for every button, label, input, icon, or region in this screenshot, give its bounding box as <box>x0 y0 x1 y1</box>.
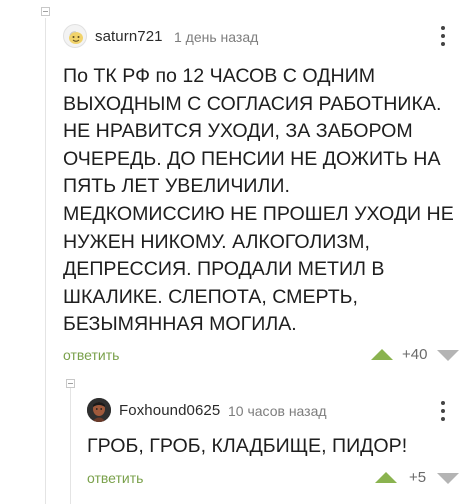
smiley-avatar-icon[interactable] <box>63 24 87 48</box>
comment-rating: +40 <box>402 346 428 363</box>
collapse-toggle[interactable] <box>41 7 50 16</box>
reply-button[interactable]: ответить <box>87 470 143 486</box>
downvote-icon[interactable] <box>437 350 459 361</box>
comment-text-line: ВЫХОДНЫМ С СОГЛАСИЯ РАБОТНИКА. <box>63 92 442 115</box>
upvote-icon[interactable] <box>375 472 397 483</box>
comment-rating: +5 <box>409 469 427 486</box>
comment-text-line: НУЖЕН НИКОМУ. АЛКОГОЛИЗМ, <box>63 230 370 253</box>
comment-text-line: ДЕПРЕССИЯ. ПРОДАЛИ МЕТИЛ В <box>63 258 385 281</box>
reply-button[interactable]: ответить <box>63 347 119 363</box>
comment-text-line: ОЧЕРЕДЬ. ДО ПЕНСИИ НЕ ДОЖИТЬ НА <box>63 147 441 170</box>
comment-text-line: ГРОБ, ГРОБ, КЛАДБИЩЕ, ПИДОР! <box>87 435 408 457</box>
comment-text-line: МЕДКОМИССИЮ НЕ ПРОШЕЛ УХОДИ НЕ <box>63 203 454 225</box>
upvote-icon[interactable] <box>371 349 393 360</box>
photo-avatar-icon[interactable] <box>87 398 111 422</box>
comment-time: 1 день назад <box>174 29 259 45</box>
thread-line <box>45 18 46 504</box>
comment-text-line: БЕЗЫМЯННАЯ МОГИЛА. <box>63 313 297 336</box>
comment-text-line: ПЯТЬ ЛЕТ УВЕЛИЧИЛИ. <box>63 175 290 198</box>
comment-text-line: НЕ НРАВИТСЯ УХОДИ, ЗА ЗАБОРОМ <box>63 120 413 143</box>
comment-text-line: ШКАЛИКЕ. СЛЕПОТА, СМЕРТЬ, <box>63 285 358 308</box>
downvote-icon[interactable] <box>437 473 459 484</box>
comment-time: 10 часов назад <box>228 403 327 419</box>
thread-line <box>70 384 71 504</box>
more-options-icon[interactable] <box>440 26 446 48</box>
collapse-toggle[interactable] <box>66 379 75 388</box>
comment-text-line: По ТК РФ по 12 ЧАСОВ С ОДНИМ <box>63 65 376 87</box>
more-options-icon[interactable] <box>440 401 446 423</box>
comment-author[interactable]: Foxhound0625 <box>119 402 220 419</box>
comment-author[interactable]: saturn721 <box>95 28 163 45</box>
